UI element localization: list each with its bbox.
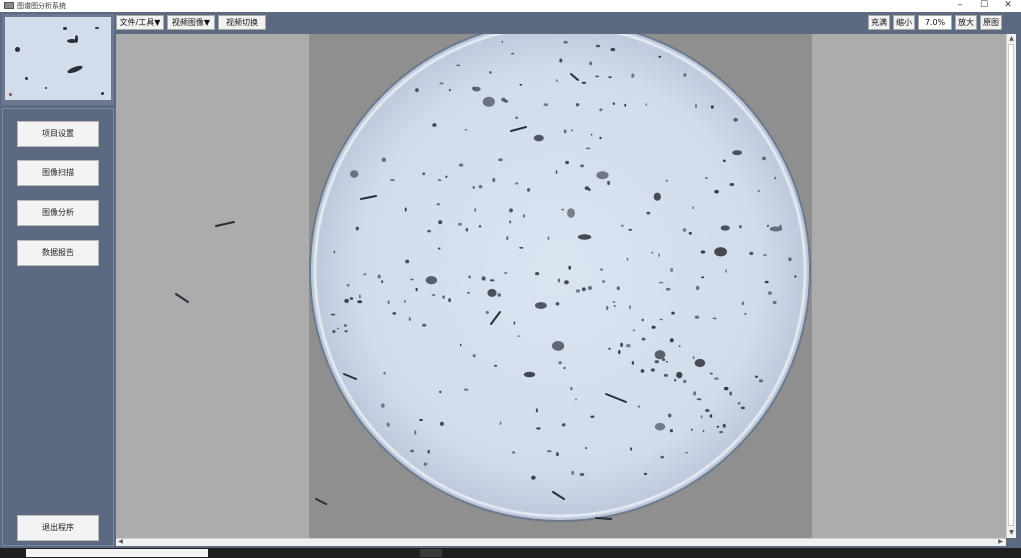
close-button[interactable]: ✕ [996,0,1020,12]
sidebar-item-image-scan[interactable]: 图像扫描 [17,160,99,186]
video-image-menu[interactable]: 视频图像▼ [167,15,215,30]
arrow-up-icon[interactable]: ▲ [1007,34,1016,43]
zoom-level-field[interactable]: 7.0% [918,15,952,30]
sidebar: 项目设置 图像扫描 图像分析 数据报告 退出程序 [2,108,114,546]
horizontal-scrollbar[interactable]: ◀ ▶ [116,538,1006,546]
original-size-button[interactable]: 原图 [980,15,1002,30]
arrow-down-icon[interactable]: ▼ [1007,528,1016,537]
image-viewer[interactable] [116,34,1006,538]
zoom-in-button[interactable]: 放大 [955,15,977,30]
vertical-scroll-thumb[interactable] [1008,44,1014,526]
minimize-button[interactable]: – [948,0,972,12]
taskbar-search-box[interactable] [26,549,208,557]
thumbnail-panel [2,14,114,105]
window-title: 图谱图分析系统 [17,2,66,10]
title-bar: 图谱图分析系统 – ☐ ✕ [0,0,1021,12]
file-tools-menu[interactable]: 文件/工具▼ [116,15,164,30]
petri-dish-image [175,34,811,522]
taskbar [0,548,1021,558]
arrow-right-icon[interactable]: ▶ [996,538,1005,546]
taskbar-app-button[interactable] [420,549,442,557]
arrow-left-icon[interactable]: ◀ [116,538,125,546]
maximize-button[interactable]: ☐ [972,0,996,12]
zoom-out-button[interactable]: 缩小 [893,15,915,30]
app-icon [4,2,14,9]
system-tray [960,548,1020,558]
vertical-scrollbar[interactable]: ▲ ▼ [1006,34,1016,538]
exit-button[interactable]: 退出程序 [17,515,99,541]
sidebar-item-project-settings[interactable]: 项目设置 [17,121,99,147]
fill-button[interactable]: 充满 [868,15,890,30]
sidebar-item-data-report[interactable]: 数据报告 [17,240,99,266]
thumbnail-preview[interactable] [5,17,111,100]
sidebar-item-image-analysis[interactable]: 图像分析 [17,200,99,226]
video-switch-button[interactable]: 视频切换 [218,15,266,30]
